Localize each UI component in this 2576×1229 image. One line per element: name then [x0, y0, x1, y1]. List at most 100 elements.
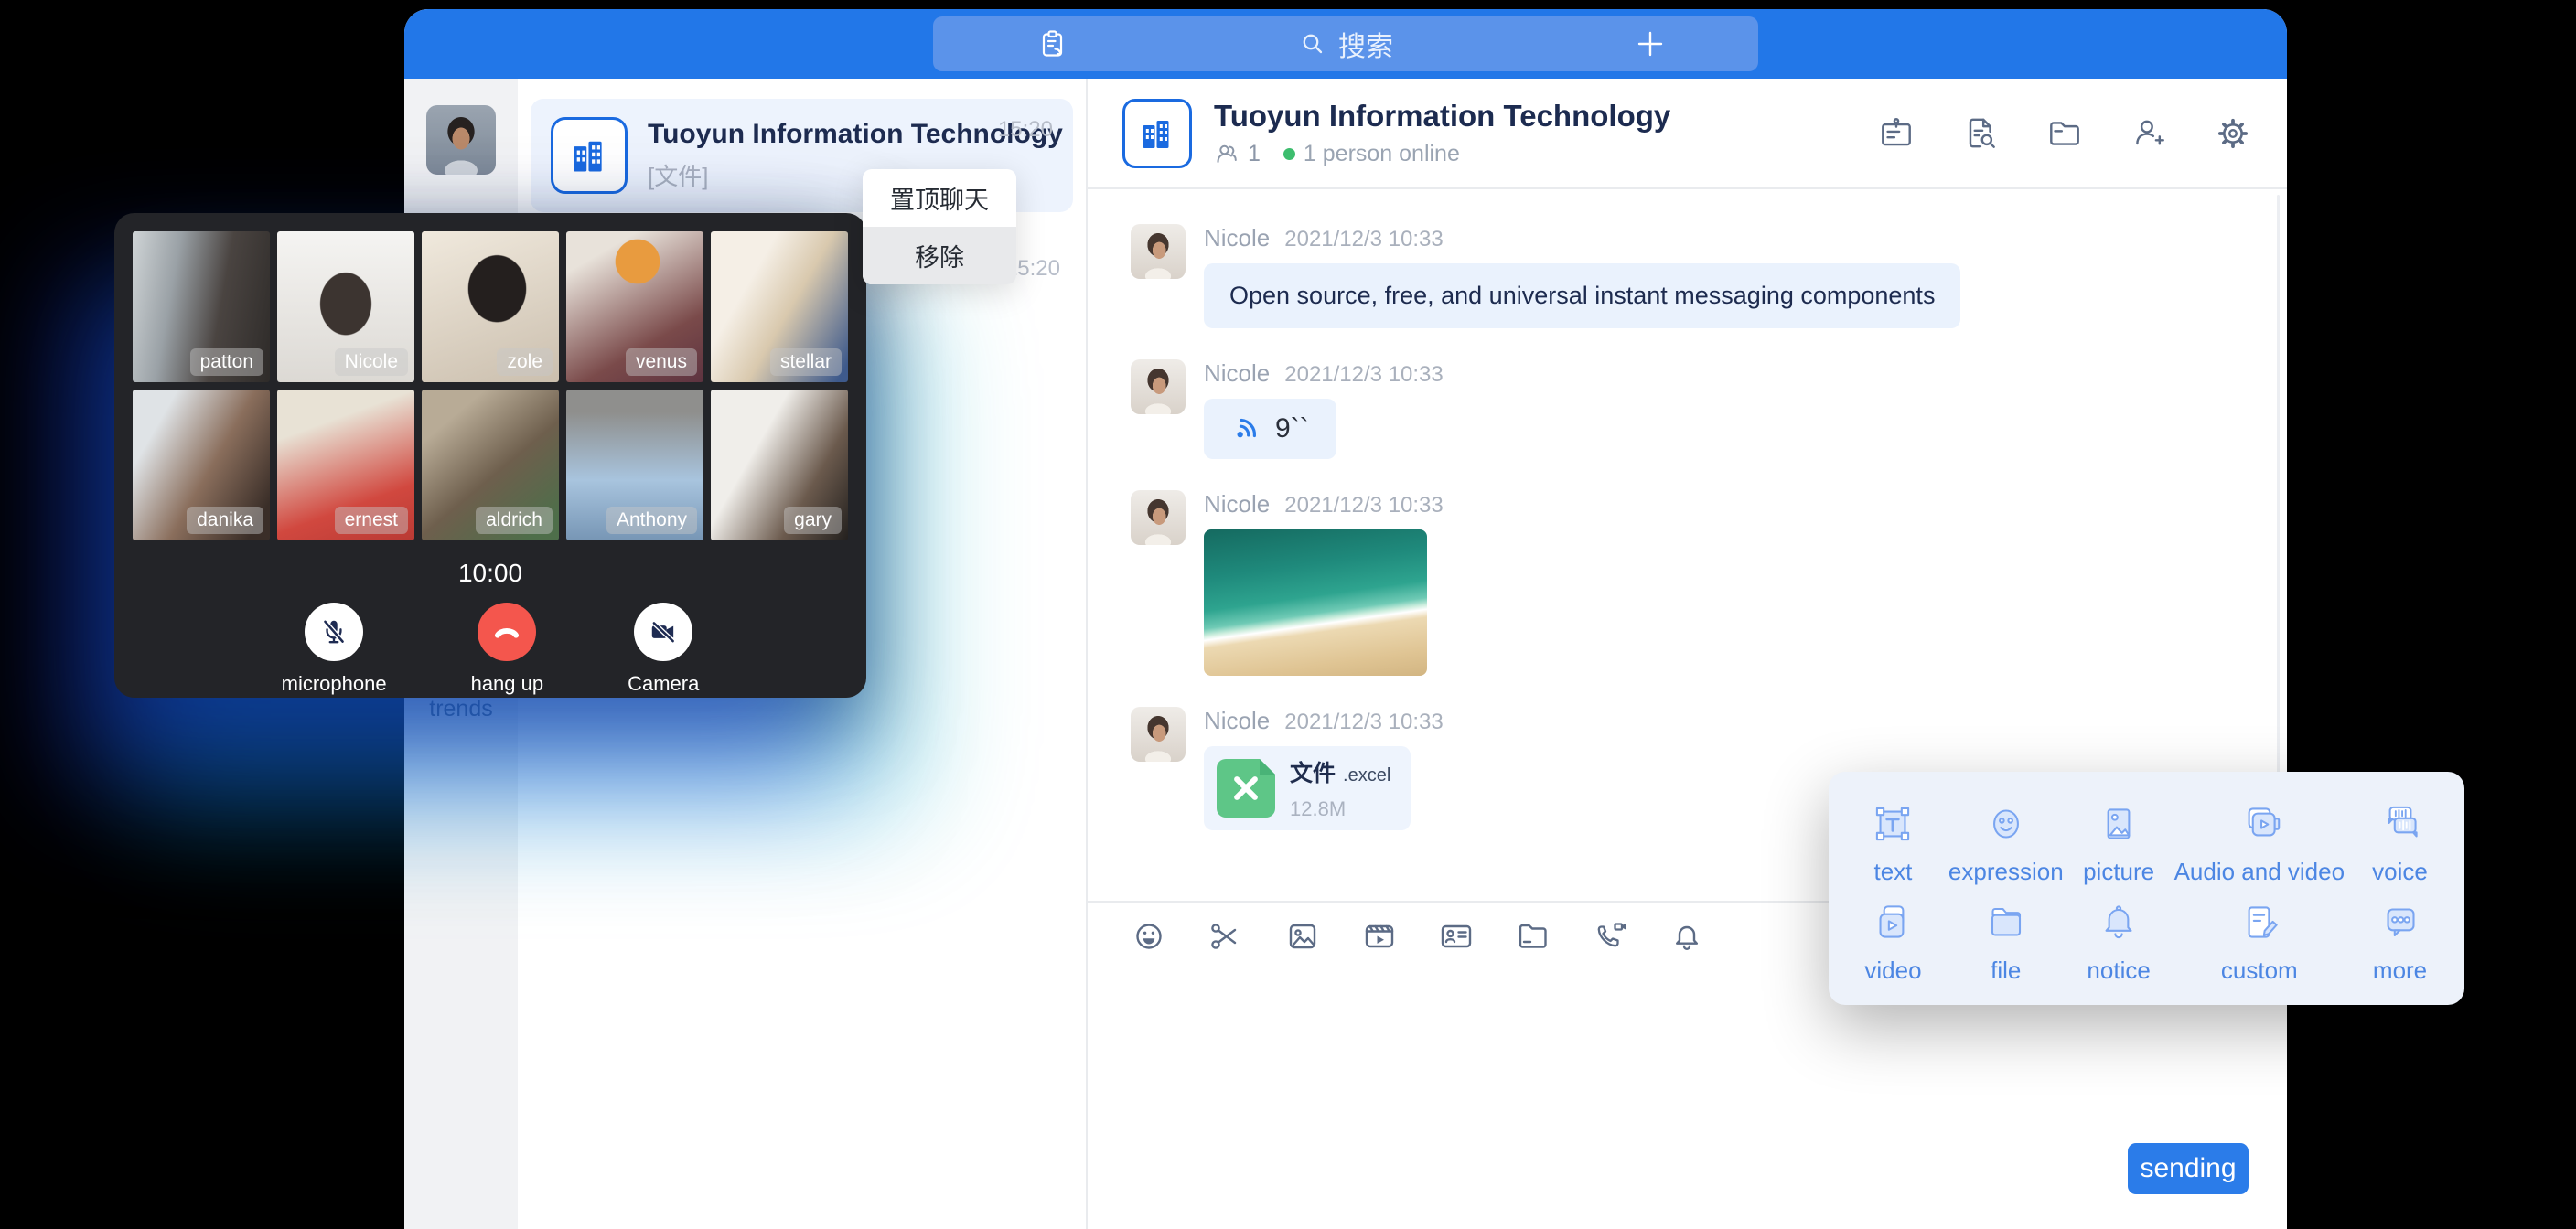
chat-title: Tuoyun Information Technology [1214, 99, 1670, 134]
send-button[interactable]: sending [2128, 1143, 2249, 1194]
panel-item-file[interactable]: file [1948, 892, 2064, 991]
chat-subtitle: 1 1 person online [1214, 141, 1670, 167]
composer-input-area[interactable]: sending [1088, 970, 2287, 1229]
message-time: 2021/12/3 10:33 [1284, 493, 1444, 518]
screenshot-scissors-icon[interactable] [1208, 918, 1244, 955]
emoji-icon[interactable] [1131, 918, 1167, 955]
file-ext: .excel [1343, 765, 1390, 786]
image-icon[interactable] [1284, 918, 1321, 955]
message-meta: Nicole 2021/12/3 10:33 [1204, 490, 1444, 518]
call-timer: 10:00 [133, 559, 848, 588]
camera-toggle-button[interactable] [634, 603, 692, 661]
avatar[interactable] [1131, 707, 1186, 762]
folder-icon[interactable] [1515, 918, 1551, 955]
voice-wave-icon [1225, 407, 1269, 451]
panel-item-label: picture [2083, 858, 2154, 886]
control-label: Camera [628, 672, 699, 696]
panel-item-label: text [1874, 858, 1913, 886]
video-tile: Nicole [277, 231, 414, 382]
participant-name: gary [784, 507, 842, 534]
chat-header-actions [1877, 114, 2252, 153]
avatar[interactable] [1131, 359, 1186, 414]
contact-card-icon[interactable] [1438, 918, 1475, 955]
panel-item-label: notice [2087, 956, 2150, 985]
panel-item-label: more [2373, 956, 2427, 985]
chat-header: Tuoyun Information Technology 1 1 person… [1088, 79, 2287, 189]
panel-item-custom[interactable]: custom [2174, 892, 2345, 991]
file-name: 文件 [1290, 755, 1336, 788]
hangup-icon [491, 616, 522, 647]
hangup-button[interactable] [478, 603, 536, 661]
voice-duration: 9`` [1275, 413, 1309, 444]
search-bar[interactable]: 搜索 [933, 16, 1758, 71]
panel-item-expression[interactable]: expression [1948, 792, 2064, 892]
menu-item-pin-chat[interactable]: 置顶聊天 [863, 169, 1016, 227]
chat-header-texts: Tuoyun Information Technology 1 1 person… [1214, 99, 1670, 167]
conversation-time: 15:20 [998, 117, 1053, 143]
video-tile: venus [566, 231, 703, 382]
panel-item-video[interactable]: video [1838, 892, 1948, 991]
control-label: microphone [282, 672, 387, 696]
notice-bell-icon [2092, 896, 2145, 949]
video-file-icon[interactable] [1361, 918, 1398, 955]
video-tile: stellar [711, 231, 848, 382]
conversation-title: Tuoyun Information Technology [648, 119, 978, 150]
sender-name: Nicole [1204, 359, 1270, 388]
conversation-context-menu: 置顶聊天 移除 [863, 169, 1016, 284]
picture-icon [2092, 797, 2145, 850]
participant-name: patton [190, 348, 263, 376]
group-notice-icon[interactable] [1877, 114, 1916, 153]
topbar: 搜索 [404, 9, 2287, 79]
chat-record-search-icon[interactable] [1961, 114, 2000, 153]
avatar[interactable] [1131, 224, 1186, 279]
voice-icon [2374, 797, 2427, 850]
message-image: Nicole 2021/12/3 10:33 [1131, 490, 2287, 676]
panel-item-label: expression [1948, 858, 2064, 886]
message-type-panel: text expression picture [1829, 772, 2464, 1005]
video-call-icon[interactable] [1592, 918, 1628, 955]
my-avatar[interactable] [426, 105, 496, 175]
online-status: 1 person online [1304, 141, 1460, 167]
add-member-icon[interactable] [2130, 114, 2168, 153]
video-tile: zole [422, 231, 559, 382]
message-meta: Nicole 2021/12/3 10:33 [1204, 707, 1444, 735]
voice-bubble[interactable]: 9`` [1204, 399, 1336, 459]
message-time: 2021/12/3 10:33 [1284, 362, 1444, 388]
chat-main: Tuoyun Information Technology 1 1 person… [1088, 79, 2287, 1229]
panel-item-notice[interactable]: notice [2064, 892, 2174, 991]
file-attachment[interactable]: 文件 .excel 12.8M [1204, 746, 1411, 830]
file-size: 12.8M [1290, 797, 1390, 821]
settings-icon[interactable] [2214, 114, 2252, 153]
mic-off-icon [318, 616, 349, 647]
search-input[interactable]: 搜索 [1298, 24, 1393, 64]
building-icon [1137, 113, 1177, 154]
message-voice: Nicole 2021/12/3 10:33 9`` [1131, 359, 2287, 459]
image-attachment-beach[interactable] [1204, 529, 1427, 676]
call-records-icon[interactable] [1036, 27, 1068, 60]
microphone-toggle-button[interactable] [305, 603, 363, 661]
panel-item-picture[interactable]: picture [2064, 792, 2174, 892]
custom-icon [2233, 896, 2286, 949]
more-icon [2374, 896, 2427, 949]
message-body: Nicole 2021/12/3 10:33 9`` [1204, 359, 1444, 459]
group-file-icon[interactable] [2045, 114, 2084, 153]
notification-bell-icon[interactable] [1669, 918, 1705, 955]
message-meta: Nicole 2021/12/3 10:33 [1204, 359, 1444, 388]
group-avatar[interactable] [1122, 99, 1192, 168]
video-tile: aldrich [422, 390, 559, 540]
message-body: Nicole 2021/12/3 10:33 [1204, 490, 1444, 676]
video-call-window: patton Nicole zole venus stellar danika … [114, 213, 866, 698]
message-time: 2021/12/3 10:33 [1284, 710, 1444, 735]
panel-item-text[interactable]: text [1838, 792, 1948, 892]
add-icon[interactable] [1634, 27, 1667, 60]
panel-item-audio-video[interactable]: Audio and video [2174, 792, 2345, 892]
panel-item-voice[interactable]: voice [2345, 792, 2455, 892]
panel-item-more[interactable]: more [2345, 892, 2455, 991]
avatar[interactable] [1131, 490, 1186, 545]
menu-item-remove[interactable]: 移除 [863, 227, 1016, 284]
participant-name: Anthony [606, 507, 697, 534]
search-icon [1298, 29, 1327, 59]
camera-off-icon [648, 616, 679, 647]
microphone-control: microphone [282, 603, 387, 696]
message-body: Nicole 2021/12/3 10:33 文件 [1204, 707, 1444, 830]
